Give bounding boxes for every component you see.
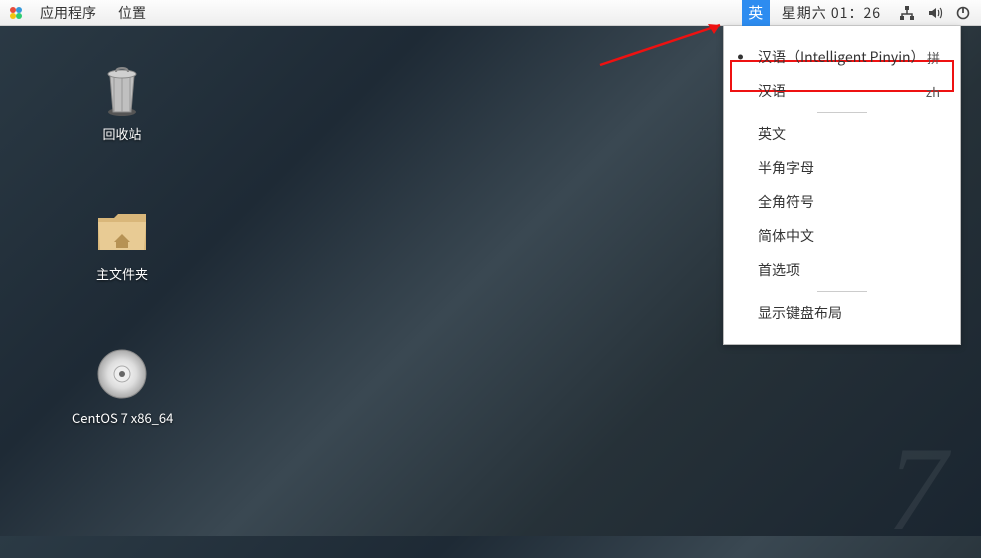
ime-option-chinese[interactable]: 汉语 zh	[724, 74, 960, 108]
menu-separator	[817, 112, 867, 113]
home-folder-icon[interactable]: 主文件夹	[72, 202, 172, 283]
cd-disc-icon	[94, 346, 150, 402]
ime-option-preferences[interactable]: 首选项	[724, 253, 960, 287]
trash-bin-icon	[94, 62, 150, 118]
applications-logo-icon	[8, 5, 24, 21]
home-label: 主文件夹	[72, 264, 172, 283]
ime-option-simplified[interactable]: 简体中文	[724, 219, 960, 253]
folder-home-icon	[94, 202, 150, 258]
ime-option-abbr: zh	[926, 82, 940, 101]
menu-places[interactable]: 位置	[108, 0, 156, 26]
watermark: 7	[887, 420, 947, 558]
ime-option-show-layout[interactable]: 显示键盘布局	[724, 296, 960, 330]
trash-label: 回收站	[72, 124, 172, 143]
ime-option-label: 首选项	[758, 260, 800, 280]
selected-bullet-icon	[738, 55, 743, 60]
input-method-indicator[interactable]: 英	[742, 0, 770, 26]
disc-label: CentOS 7 x86_64	[72, 408, 172, 427]
ime-option-label: 半角字母	[758, 158, 814, 178]
ime-option-label: 汉语（Intelligent Pinyin）	[758, 47, 925, 67]
volume-icon[interactable]	[925, 3, 945, 23]
menu-applications[interactable]: 应用程序	[30, 0, 106, 26]
trash-icon[interactable]: 回收站	[72, 62, 172, 143]
ime-option-label: 全角符号	[758, 192, 814, 212]
topbar-right: 英 星期六 01：26	[742, 0, 977, 26]
menu-separator	[817, 291, 867, 292]
ime-option-halfwidth[interactable]: 半角字母	[724, 151, 960, 185]
ime-option-label: 简体中文	[758, 226, 814, 246]
top-panel: 应用程序 位置 英 星期六 01：26	[0, 0, 981, 26]
ime-option-label: 汉语	[758, 81, 786, 101]
ime-option-fullwidth[interactable]: 全角符号	[724, 185, 960, 219]
ime-option-label: 显示键盘布局	[758, 303, 842, 323]
topbar-left: 应用程序 位置	[4, 0, 156, 26]
network-icon[interactable]	[897, 3, 917, 23]
ime-option-pinyin[interactable]: 汉语（Intelligent Pinyin） 拼	[724, 40, 960, 74]
clock[interactable]: 星期六 01：26	[770, 3, 893, 23]
ime-option-label: 英文	[758, 124, 786, 144]
ime-option-english[interactable]: 英文	[724, 117, 960, 151]
ime-option-abbr: 拼	[927, 48, 940, 67]
input-method-menu: 汉语（Intelligent Pinyin） 拼 汉语 zh 英文 半角字母 全…	[723, 26, 961, 345]
power-icon[interactable]	[953, 3, 973, 23]
disc-icon[interactable]: CentOS 7 x86_64	[72, 346, 172, 427]
